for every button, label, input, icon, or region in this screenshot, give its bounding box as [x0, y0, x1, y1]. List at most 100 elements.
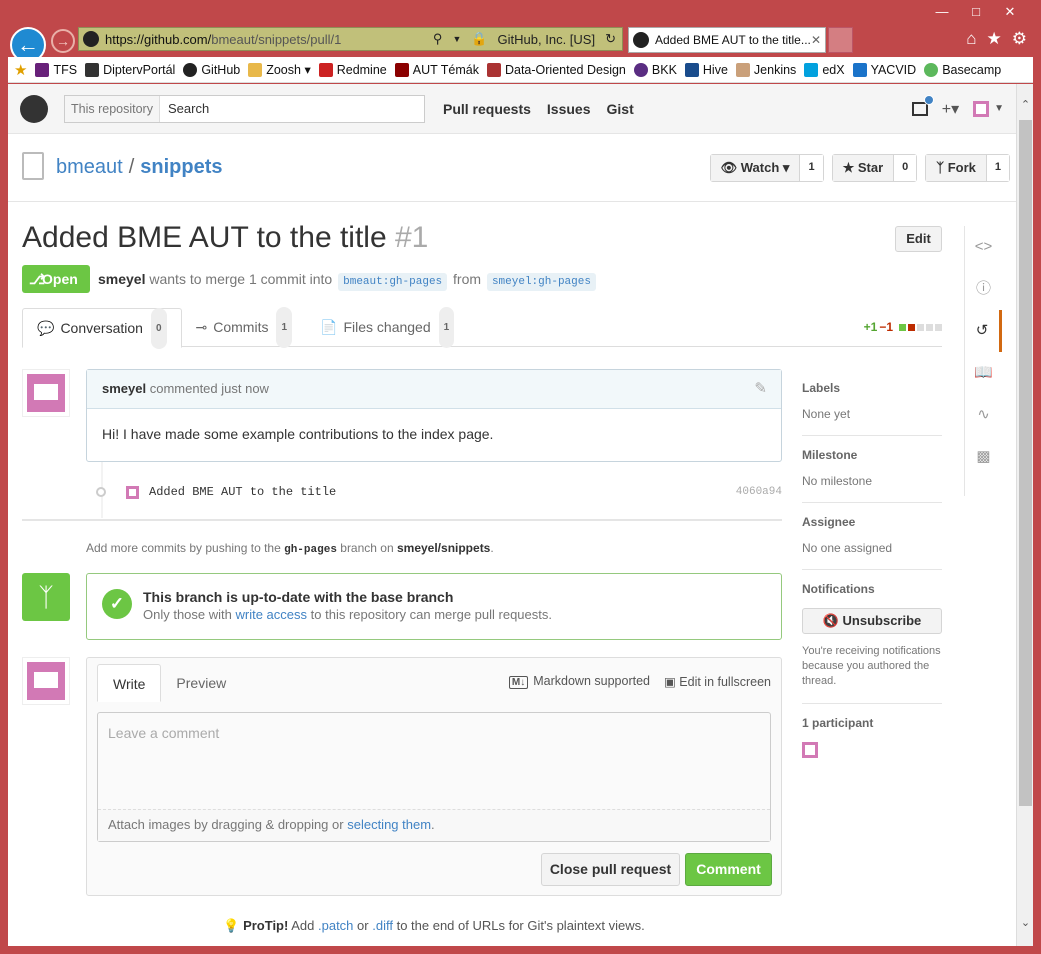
- browser-tab[interactable]: Added BME AUT to the title... ✕: [628, 27, 826, 53]
- favorite-item[interactable]: GitHub: [183, 62, 240, 77]
- favorite-item[interactable]: DiptervPortál: [85, 62, 175, 77]
- scrollbar[interactable]: ⌃ ⌄: [1016, 84, 1033, 946]
- pencil-icon[interactable]: ✎: [754, 370, 767, 408]
- issues-icon[interactable]: ⓘ: [965, 268, 1002, 310]
- github-logo-icon[interactable]: [20, 94, 48, 123]
- notifications-section: Notifications 🔇 Unsubscribe You're recei…: [802, 570, 942, 704]
- labels-heading[interactable]: Labels: [802, 381, 942, 395]
- gear-icon[interactable]: ⚙: [1012, 29, 1027, 49]
- diff-link[interactable]: .diff: [372, 918, 393, 933]
- commit-dot-icon: [96, 487, 106, 497]
- write-access-link[interactable]: write access: [236, 607, 308, 622]
- patch-link[interactable]: .patch: [318, 918, 353, 933]
- address-bar[interactable]: https://github.com/bmeaut/snippets/pull/…: [78, 27, 623, 51]
- favorite-item[interactable]: Basecamp: [924, 62, 1001, 77]
- favorite-item[interactable]: Data-Oriented Design: [486, 62, 626, 77]
- search-icon[interactable]: ⚲: [433, 31, 443, 47]
- new-tab-button[interactable]: [828, 27, 853, 53]
- minimize-button[interactable]: —: [925, 2, 959, 22]
- watch-count[interactable]: 1: [800, 155, 823, 181]
- edit-title-button[interactable]: Edit: [895, 226, 942, 252]
- repo-name-link[interactable]: snippets: [140, 156, 222, 178]
- github-favicon-icon: [633, 32, 649, 48]
- graphs-icon[interactable]: ▩: [965, 436, 1002, 478]
- tab-preview[interactable]: Preview: [161, 664, 241, 702]
- favorite-item[interactable]: BKK: [633, 62, 677, 77]
- notifications-heading: Notifications: [802, 582, 875, 596]
- pulse-icon[interactable]: ∿: [965, 394, 1002, 436]
- comment-textarea[interactable]: Leave a comment Attach images by draggin…: [97, 712, 771, 842]
- url-path: bmeaut/snippets/pull/1: [211, 31, 342, 47]
- close-window-button[interactable]: ✕: [993, 2, 1027, 22]
- markdown-link[interactable]: M↓ Markdown supported: [508, 674, 650, 689]
- user-menu[interactable]: ▼: [973, 100, 1004, 117]
- fork-group: ᛉ Fork 1: [925, 154, 1010, 182]
- avatar[interactable]: [22, 657, 70, 705]
- repo-icon: [22, 152, 44, 180]
- refresh-icon[interactable]: ↻: [605, 31, 616, 47]
- favorite-item[interactable]: Redmine: [318, 62, 387, 77]
- favorite-item[interactable]: Zoosh ▾: [248, 62, 311, 77]
- merge-subtext: Only those with write access to this rep…: [143, 607, 552, 622]
- unsubscribe-button[interactable]: 🔇 Unsubscribe: [802, 608, 942, 634]
- watch-button[interactable]: 👁 Watch ▾: [710, 155, 801, 181]
- milestone-heading[interactable]: Milestone: [802, 448, 942, 462]
- tab-files-changed[interactable]: 📄 Files changed 1: [306, 306, 468, 348]
- favorite-item[interactable]: AUT Témák: [394, 62, 479, 77]
- repo-owner-link[interactable]: bmeaut: [56, 156, 123, 178]
- tab-conversation[interactable]: 💬 Conversation 0: [22, 307, 182, 349]
- favorite-item[interactable]: Jenkins: [735, 62, 796, 77]
- fork-icon: ᛉ: [936, 160, 945, 175]
- close-tab-icon[interactable]: ✕: [811, 33, 825, 47]
- select-files-link[interactable]: selecting them: [347, 817, 431, 832]
- home-icon[interactable]: ⌂: [966, 29, 976, 49]
- fork-count[interactable]: 1: [986, 155, 1009, 181]
- scroll-down-icon[interactable]: ⌄: [1017, 916, 1034, 929]
- nav-pull-requests[interactable]: Pull requests: [443, 101, 531, 117]
- create-new-icon[interactable]: +▾: [942, 99, 959, 119]
- code-icon[interactable]: <>: [965, 226, 1002, 268]
- wiki-icon[interactable]: 📖: [965, 352, 1002, 394]
- tab-write[interactable]: Write: [97, 664, 162, 702]
- comment-button[interactable]: Comment: [685, 853, 772, 886]
- base-branch[interactable]: bmeaut:gh-pages: [338, 273, 448, 291]
- comment: smeyel commented just now ✎ Hi! I have m…: [86, 369, 782, 462]
- tab-commits[interactable]: ⊸ Commits 1: [182, 306, 307, 348]
- head-branch[interactable]: smeyel:gh-pages: [486, 273, 596, 291]
- avatar[interactable]: [22, 369, 70, 417]
- nav-gist[interactable]: Gist: [607, 101, 634, 117]
- diff-deletions: −1: [879, 320, 893, 334]
- favorite-item[interactable]: TFS: [35, 62, 77, 77]
- favorite-item[interactable]: edX: [804, 62, 845, 77]
- scrollbar-thumb[interactable]: [1019, 120, 1032, 806]
- scroll-up-icon[interactable]: ⌃: [1017, 98, 1034, 111]
- nav-issues[interactable]: Issues: [547, 101, 591, 117]
- search-input[interactable]: This repository Search: [64, 94, 425, 123]
- commit-sha[interactable]: 4060a94: [736, 486, 782, 498]
- favorite-item[interactable]: Hive: [684, 62, 728, 77]
- close-pr-button[interactable]: Close pull request: [541, 853, 680, 886]
- lock-icon[interactable]: 🔒: [471, 31, 487, 47]
- pull-request-icon[interactable]: ↺: [965, 310, 1002, 352]
- favorites-bar: ★ TFS DiptervPortál GitHub Zoosh ▾ Redmi…: [8, 57, 1033, 83]
- dropdown-icon[interactable]: ▼: [452, 34, 461, 44]
- merge-icon: ᛉ: [22, 573, 70, 621]
- fork-button[interactable]: ᛉ Fork: [926, 155, 987, 181]
- commit-message[interactable]: Added BME AUT to the title: [149, 485, 336, 499]
- push-note: Add more commits by pushing to the gh-pa…: [86, 541, 494, 556]
- pr-author-link[interactable]: smeyel: [98, 271, 145, 287]
- favorite-item[interactable]: YACVID: [852, 62, 916, 77]
- pr-number: #1: [395, 221, 429, 254]
- star-button[interactable]: ★ Star: [832, 155, 895, 181]
- star-count[interactable]: 0: [894, 155, 917, 181]
- maximize-button[interactable]: □: [959, 2, 993, 22]
- fullscreen-link[interactable]: ▣ Edit in fullscreen: [664, 674, 771, 689]
- avatar[interactable]: [802, 742, 818, 758]
- cert-label[interactable]: GitHub, Inc. [US]: [498, 32, 596, 47]
- favorites-add-icon[interactable]: ★: [14, 61, 27, 79]
- assignee-heading[interactable]: Assignee: [802, 515, 942, 529]
- forward-icon[interactable]: →: [51, 29, 75, 53]
- notifications-icon[interactable]: [911, 94, 934, 116]
- favorites-star-icon[interactable]: ★: [987, 29, 1002, 49]
- comment-author[interactable]: smeyel: [102, 381, 146, 396]
